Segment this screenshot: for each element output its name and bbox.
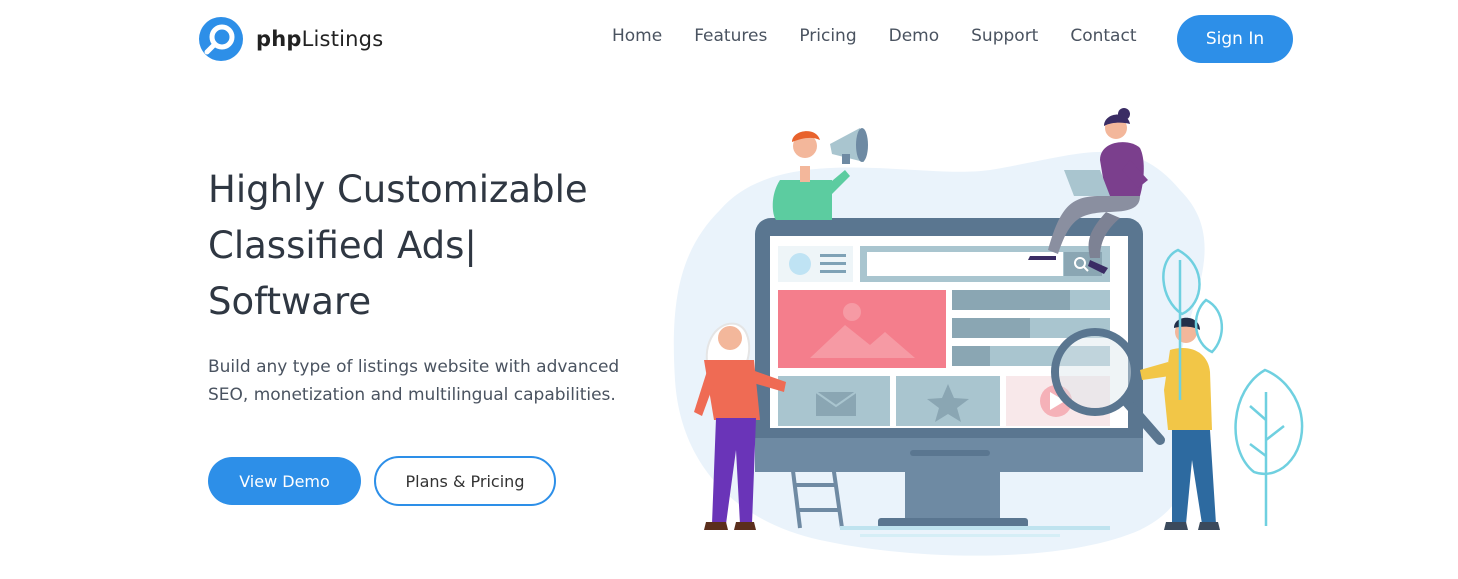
hero-illustration	[673, 108, 1304, 556]
hero-title-line2: Classified Ads	[208, 224, 465, 267]
plant-right	[1234, 368, 1304, 526]
plans-pricing-button[interactable]: Plans & Pricing	[374, 456, 556, 506]
nav-contact[interactable]: Contact	[1070, 25, 1136, 47]
hero-title: Highly Customizable Classified Ads| Soft…	[208, 162, 648, 330]
hero-description: Build any type of listings website with …	[208, 357, 620, 405]
sign-in-button[interactable]: Sign In	[1177, 15, 1293, 63]
typing-cursor: |	[464, 224, 477, 267]
hero-title-line3: Software	[208, 280, 372, 323]
magnifier-logo-icon	[199, 17, 243, 61]
screen-content	[778, 246, 1110, 426]
main-nav: Home Features Pricing Demo Support Conta…	[612, 25, 1168, 47]
nav-support[interactable]: Support	[971, 25, 1038, 47]
view-demo-button[interactable]: View Demo	[208, 457, 361, 505]
nav-home[interactable]: Home	[612, 25, 662, 47]
brand-logo[interactable]: phpListings	[198, 16, 383, 62]
brand-name: phpListings	[256, 27, 384, 51]
hero-title-line1: Highly Customizable	[208, 168, 588, 211]
nav-demo[interactable]: Demo	[889, 25, 940, 47]
site-header: phpListings Home Features Pricing Demo S…	[0, 0, 1458, 80]
nav-pricing[interactable]: Pricing	[799, 25, 856, 47]
nav-features[interactable]: Features	[694, 25, 767, 47]
